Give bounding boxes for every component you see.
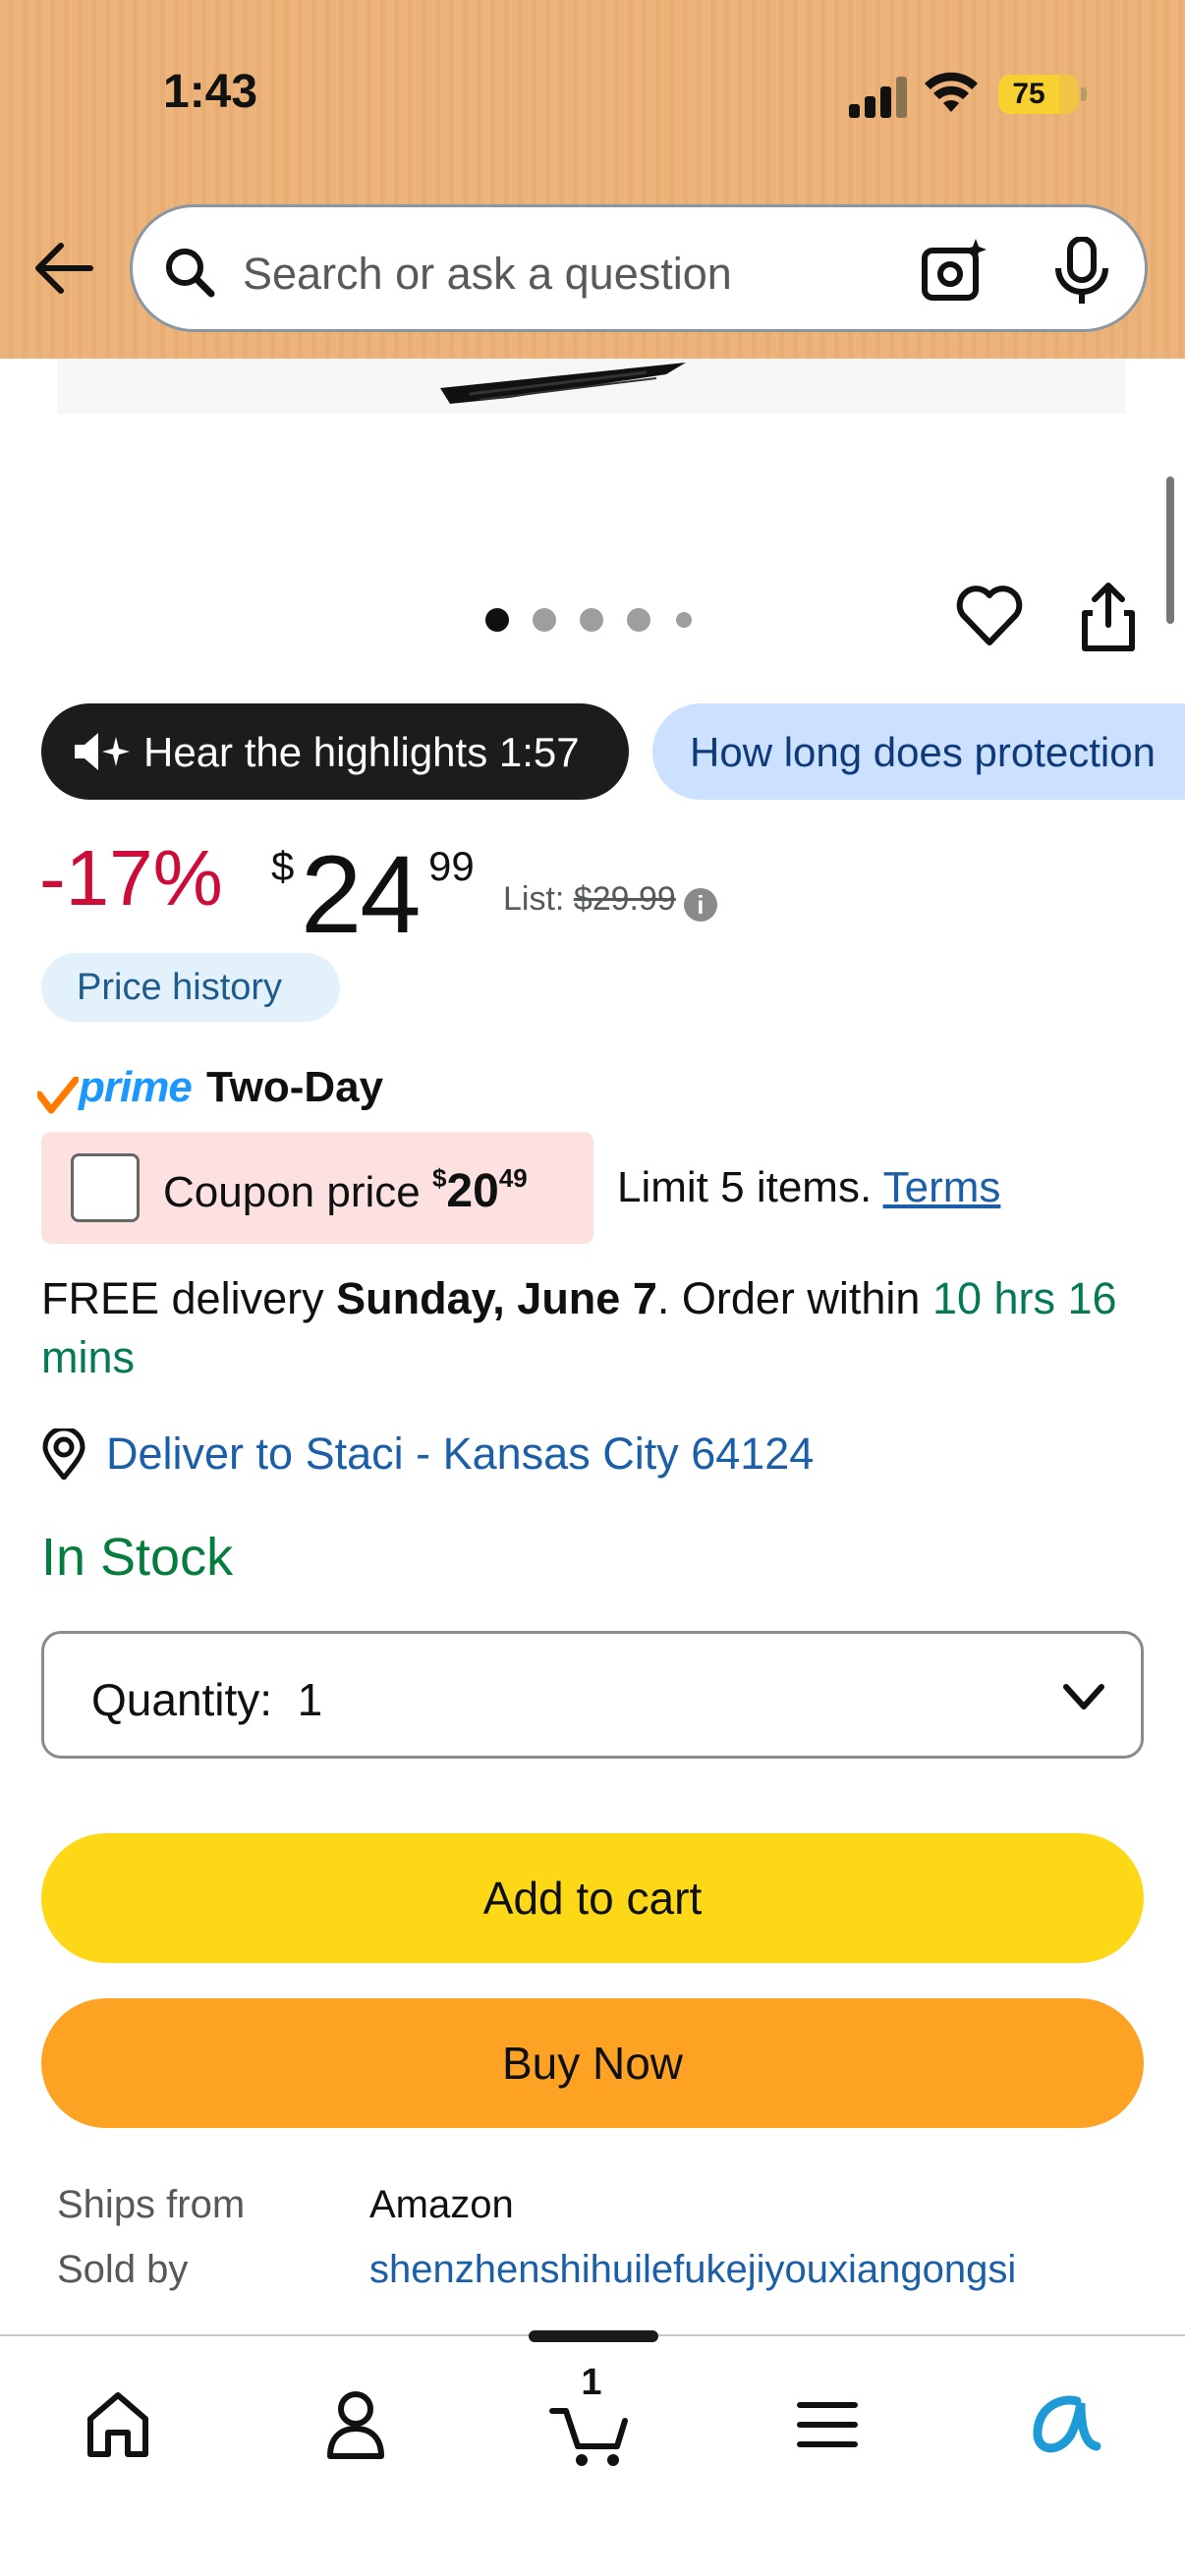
hear-highlights-label: Hear the highlights 1:57 — [143, 729, 580, 775]
prime-check-icon — [37, 1077, 79, 1114]
deliver-to-link[interactable]: Deliver to Staci - Kansas City 64124 — [41, 1425, 1122, 1484]
coupon-limit: Limit 5 items. Terms — [617, 1163, 1001, 1211]
pagination-dot[interactable] — [485, 608, 509, 632]
chevron-down-icon — [1063, 1684, 1104, 1709]
back-arrow-icon[interactable] — [29, 234, 98, 303]
tab-account[interactable] — [297, 2376, 415, 2470]
location-pin-icon — [42, 1428, 85, 1480]
tab-home[interactable] — [59, 2376, 177, 2470]
price-history-label: Price history — [77, 967, 283, 1008]
microphone-icon[interactable] — [1050, 237, 1113, 306]
pagination-dot[interactable] — [676, 612, 692, 628]
coupon-checkbox[interactable] — [71, 1153, 140, 1222]
price-whole: 24 — [301, 833, 422, 956]
add-to-cart-button[interactable]: Add to cart — [41, 1833, 1144, 1963]
status-time: 1:43 — [163, 66, 258, 118]
discount-percent: -17% — [39, 834, 223, 922]
tab-cart[interactable]: 1 — [533, 2362, 650, 2470]
price-history-button[interactable]: Price history — [41, 953, 340, 1022]
cart-indicator-bar — [529, 2330, 658, 2342]
delivery-info: FREE delivery Sunday, June 7. Order with… — [41, 1273, 1117, 1382]
battery-icon: 75 — [998, 75, 1087, 114]
prime-logo-text: prime — [79, 1063, 193, 1111]
info-key: Sold by — [57, 2248, 189, 2291]
coupon-box[interactable]: Coupon price $2049 — [41, 1132, 593, 1244]
pagination-dot[interactable] — [533, 608, 556, 632]
deliver-to-label: Deliver to Staci - Kansas City 64124 — [106, 1428, 815, 1479]
search-bar[interactable]: Search or ask a question — [130, 204, 1148, 332]
pagination-dot[interactable] — [627, 608, 650, 632]
pagination-dot[interactable] — [580, 608, 603, 632]
prime-speed: Two-Day — [206, 1063, 384, 1111]
info-row: Ships from Amazon — [57, 2183, 1138, 2248]
seller-info: Ships from Amazon Sold by shenzhenshihui… — [57, 2183, 1138, 2313]
share-icon[interactable] — [1079, 580, 1138, 654]
home-icon — [87, 2392, 148, 2457]
product-image[interactable] — [57, 359, 1126, 414]
price-fraction: 99 — [428, 843, 475, 889]
list-price-value: $29.99 — [573, 880, 676, 918]
terms-link[interactable]: Terms — [883, 1163, 1001, 1211]
cart-count: 1 — [581, 2362, 602, 2403]
cellular-signal-icon — [849, 77, 908, 118]
battery-level: 75 — [1012, 78, 1045, 110]
delivery-date: Sunday, June 7 — [336, 1273, 657, 1323]
price-currency: $ — [271, 843, 295, 889]
question-chip-label: How long does protection — [690, 729, 1156, 775]
scrollbar[interactable] — [1166, 476, 1174, 624]
menu-icon — [797, 2402, 858, 2447]
prime-badge: prime Two-Day — [37, 1059, 627, 1118]
search-input[interactable]: Search or ask a question — [243, 249, 732, 300]
tab-rufus[interactable] — [1002, 2376, 1120, 2470]
camera-lens-icon[interactable] — [919, 237, 988, 306]
list-price: List: $29.99 i — [503, 880, 717, 922]
rufus-assistant-icon — [1033, 2395, 1101, 2453]
list-price-label: List: — [503, 880, 574, 918]
info-value: Amazon — [369, 2183, 514, 2226]
coupon-label: Coupon price $2049 — [163, 1163, 528, 1217]
bottom-tab-bar: 1 — [0, 2334, 1185, 2576]
hear-highlights-chip[interactable]: Hear the highlights 1:57 — [41, 703, 629, 800]
tab-menu[interactable] — [768, 2376, 886, 2470]
seller-link[interactable]: shenzhenshihuilefukejiyouxiangongsi — [369, 2248, 1016, 2292]
buy-now-button[interactable]: Buy Now — [41, 1998, 1144, 2128]
quantity-select[interactable]: Quantity: 1 — [41, 1631, 1144, 1759]
info-icon[interactable]: i — [683, 888, 717, 922]
search-icon — [166, 249, 215, 298]
stock-status: In Stock — [41, 1528, 234, 1587]
info-row: Sold by shenzhenshihuilefukejiyouxiangon… — [57, 2248, 1138, 2313]
quantity-label: Quantity: 1 — [91, 1674, 323, 1725]
wifi-icon — [925, 72, 978, 112]
header: 1:43 75 Search or ask a question — [0, 0, 1185, 359]
person-icon — [327, 2391, 384, 2459]
speaker-sparkle-icon — [75, 733, 130, 770]
heart-icon[interactable] — [955, 584, 1024, 648]
info-key: Ships from — [57, 2183, 246, 2226]
quantity-value: 1 — [297, 1674, 323, 1725]
question-chip[interactable]: How long does protection — [652, 703, 1185, 800]
